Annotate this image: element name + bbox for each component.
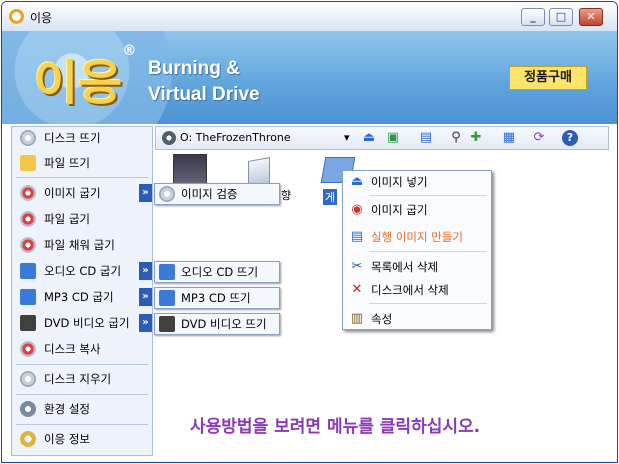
audio-cd-icon [159,264,175,280]
help-icon[interactable]: ? [562,130,578,146]
verify-icon [159,186,175,202]
view-icon[interactable]: ▦ [501,130,517,146]
delete-icon: ✕ [351,282,363,297]
image-burn-icon [20,185,36,201]
tagline: Burning & Virtual Drive [148,58,260,105]
submenu-dvd-video-copy[interactable]: DVD 비디오 뜨기 [154,313,280,335]
sidebar-item-audio-cd[interactable]: 오디오 CD 굽기 [12,260,152,282]
context-menu: ⏏ 이미지 넣기 ◉ 이미지 굽기 ▤ 실행 이미지 만들기 ✂ 목록에서 삭제 ✕ 디스… [342,170,492,330]
maximize-button[interactable]: □ [549,8,573,26]
app-icon [9,9,24,24]
menu-item-delete-from-disc[interactable]: ✕ 디스크에서 삭제 [343,279,491,301]
drive-selector[interactable]: O: TheFrozenThrone ▾ [160,130,355,146]
audio-cd-icon [20,263,36,279]
menu-item-remove-from-list[interactable]: ✂ 목록에서 삭제 [343,256,491,278]
menu-item-properties[interactable]: ▥ 속성 [343,308,491,330]
search-icon[interactable]: ⚲ [448,130,464,146]
menu-item-insert-image[interactable]: ⏏ 이미지 넣기 [343,171,491,193]
mp3-cd-icon [20,289,36,305]
disc-erase-icon [20,371,36,387]
chevron-down-icon: ▾ [344,131,350,144]
sidebar: 디스크 뜨기 파일 뜨기 이미지 굽기 파일 굽기 파일 채워 굽기 오디오 C… [11,126,153,456]
mp3-cd-icon [159,290,175,306]
divider [369,195,487,196]
divider [369,303,487,304]
dvd-video-icon [20,315,36,331]
file-fill-burn-icon [20,237,36,253]
add-icon[interactable]: ✚ [468,130,484,146]
eject-icon: ⏏ [350,174,364,189]
drive-icon [162,131,176,145]
add-image-icon[interactable]: ▣ [385,130,401,146]
remove-icon: ✂ [351,259,363,274]
file-burn-icon [20,211,36,227]
sidebar-item-file-fill-burn[interactable]: 파일 채워 굽기 [12,234,152,256]
file-copy-icon [20,155,36,171]
sidebar-item-file-burn[interactable]: 파일 굽기 [12,208,152,230]
exec-image-icon: ▤ [350,229,364,244]
menu-item-make-exec-image[interactable]: ▤ 실행 이미지 만들기 [343,226,491,248]
divider [369,251,487,252]
minimize-button[interactable]: _ [521,8,545,26]
divider [16,424,148,425]
expand-arrow-dvd-video[interactable]: » [139,314,152,332]
exec-image-icon[interactable]: ▤ [418,130,434,146]
properties-icon: ▥ [350,311,364,326]
refresh-icon[interactable]: ⟳ [531,130,547,146]
disc-copy-icon [20,130,36,146]
menu-item-burn-image[interactable]: ◉ 이미지 굽기 [343,199,491,221]
sidebar-item-file-copy[interactable]: 파일 뜨기 [12,152,152,174]
app-window: 이응 _ □ ✕ 이응® Burning & Virtual Drive 정품구… [1,1,618,463]
sidebar-item-disc-copy[interactable]: 디스크 뜨기 [12,127,152,149]
app-logo: 이응® [34,43,137,111]
sidebar-item-disc-duplicate[interactable]: 디스크 복사 [12,338,152,360]
expand-arrow-image-burn[interactable]: » [139,184,152,202]
divider [16,364,148,365]
sidebar-item-disc-erase[interactable]: 디스크 지우기 [12,368,152,390]
divider [16,177,148,178]
sidebar-item-dvd-video[interactable]: DVD 비디오 굽기 [12,312,152,334]
dvd-video-icon [159,316,175,332]
info-icon [20,431,36,447]
banner: 이응® Burning & Virtual Drive 정품구매 [2,31,617,124]
sidebar-item-info[interactable]: 이응 정보 [12,428,152,450]
sidebar-item-settings[interactable]: 환경 설정 [12,398,152,420]
window-title: 이응 [30,11,53,25]
settings-icon [20,401,36,417]
sidebar-item-mp3-cd[interactable]: MP3 CD 굽기 [12,286,152,308]
eject-icon[interactable]: ⏏ [361,130,377,146]
buy-button[interactable]: 정품구매 [509,66,587,90]
usage-hint: 사용방법을 보려면 메뉴를 클릭하십시오. [190,417,481,437]
expand-arrow-audio-cd[interactable]: » [139,262,152,280]
title-bar[interactable]: 이응 _ □ ✕ [2,2,617,31]
divider [16,394,148,395]
expand-arrow-mp3-cd[interactable]: » [139,288,152,306]
burn-icon: ◉ [351,202,363,217]
disc-duplicate-icon [20,341,36,357]
submenu-mp3-cd-copy[interactable]: MP3 CD 뜨기 [154,287,280,309]
sidebar-item-image-burn[interactable]: 이미지 굽기 [12,182,152,204]
submenu-audio-cd-copy[interactable]: 오디오 CD 뜨기 [154,261,280,283]
toolbar: O: TheFrozenThrone ▾ ⏏ ▣ ▤ ⚲ ✚ ▦ ⟳ ? [155,126,609,150]
close-button[interactable]: ✕ [579,8,603,26]
submenu-image-verify[interactable]: 이미지 검증 [154,183,280,205]
